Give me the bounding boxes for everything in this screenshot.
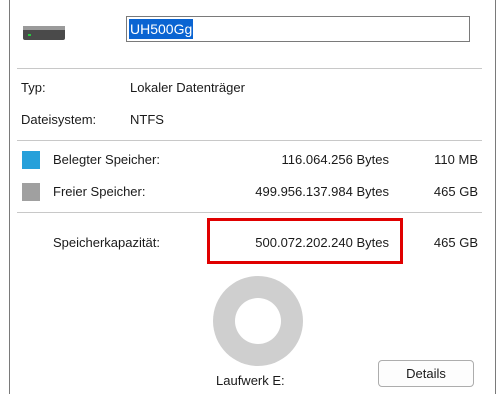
used-space-label: Belegter Speicher: (53, 152, 160, 167)
filesystem-label: Dateisystem: (21, 112, 97, 127)
usage-donut-chart (213, 276, 303, 366)
free-space-label: Freier Speicher: (53, 184, 146, 199)
filesystem-value: NTFS (130, 112, 164, 127)
donut-hole (235, 298, 281, 344)
details-button[interactable]: Details (378, 360, 474, 387)
type-label: Typ: (21, 80, 46, 95)
separator (17, 212, 482, 213)
used-space-size: 110 MB (434, 152, 478, 167)
separator (17, 140, 482, 141)
capacity-size: 465 GB (433, 235, 478, 250)
drive-letter-label: Laufwerk E: (216, 373, 285, 388)
separator (17, 68, 482, 69)
used-space-bytes: 116.064.256 Bytes (281, 152, 389, 167)
type-value: Lokaler Datenträger (130, 80, 245, 95)
used-space-swatch (22, 151, 40, 169)
free-space-bytes: 499.956.137.984 Bytes (255, 184, 389, 199)
capacity-label: Speicherkapazität: (53, 235, 160, 250)
free-space-size: 465 GB (433, 184, 478, 199)
capacity-bytes: 500.072.202.240 Bytes (255, 235, 389, 250)
drive-name-input[interactable]: UH500Gg (126, 16, 470, 42)
hard-drive-icon (23, 26, 65, 40)
drive-name-selected-text: UH500Gg (129, 19, 194, 39)
free-space-swatch (22, 183, 40, 201)
